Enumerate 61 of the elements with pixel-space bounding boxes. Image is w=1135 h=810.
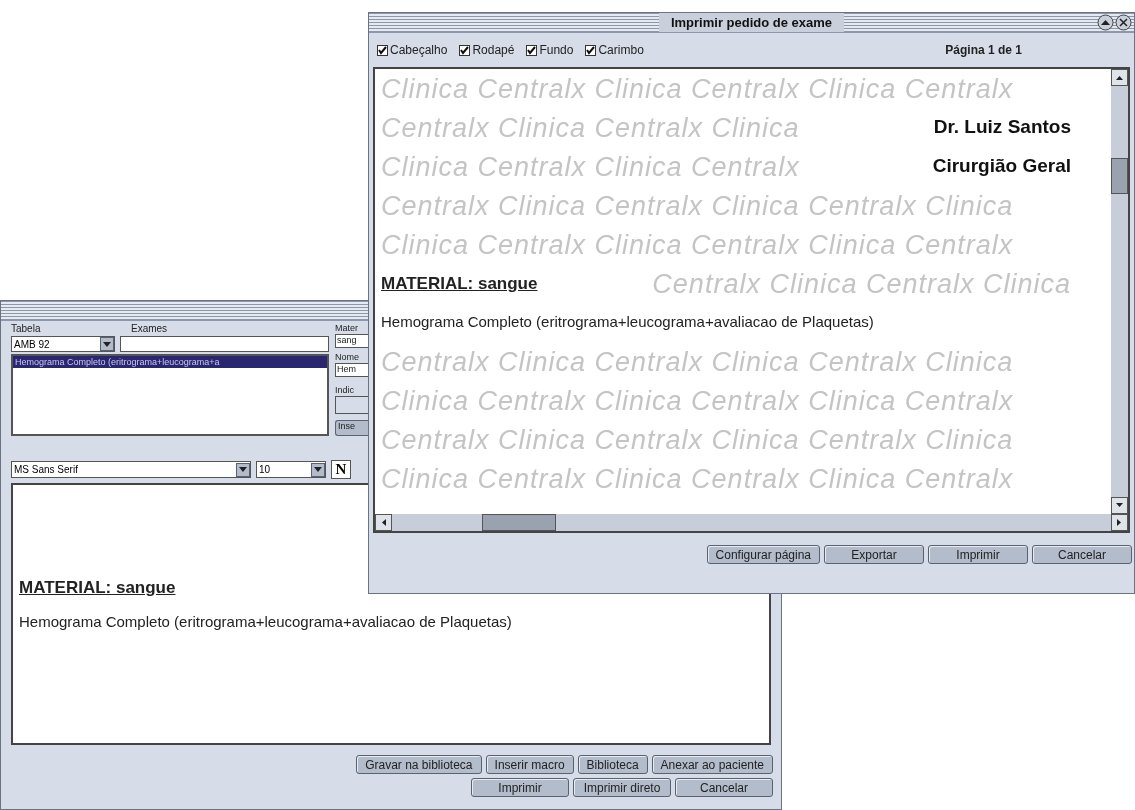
table-select[interactable]: AMB 92 <box>11 336 115 352</box>
button[interactable]: Gravar na biblioteca <box>356 755 482 774</box>
material-heading: MATERIAL: sangue <box>19 577 176 599</box>
page-indicator: Página 1 de 1 <box>945 42 1022 59</box>
button[interactable]: Inserir macro <box>485 755 574 774</box>
button[interactable]: Imprimir direto <box>573 778 671 797</box>
doctor-signature: Dr. Luiz Santos <box>933 115 1071 140</box>
field-label: Mater <box>335 323 359 334</box>
button[interactable]: Cancelar <box>1032 545 1132 564</box>
close-icon[interactable] <box>1115 14 1132 31</box>
checkbox[interactable] <box>459 44 471 56</box>
doctor-signature: Cirurgião Geral <box>932 154 1071 179</box>
watermark-text: Centralx Clinica Centralx Clinica <box>381 111 800 144</box>
field-label: Exames <box>131 323 168 335</box>
button[interactable]: Cancelar <box>675 778 773 797</box>
button[interactable]: Exportar <box>824 545 924 564</box>
horizontal-scrollbar[interactable] <box>375 514 1128 531</box>
checkbox[interactable] <box>585 44 597 56</box>
button[interactable]: Biblioteca <box>577 755 648 774</box>
material-heading: MATERIAL: sangue <box>381 272 538 295</box>
scroll-thumb[interactable] <box>1111 158 1128 194</box>
indication-field[interactable] <box>335 396 369 414</box>
button[interactable]: Imprimir <box>928 545 1028 564</box>
option-label: Carimbo <box>598 42 644 59</box>
field-label: Nome <box>335 352 360 363</box>
option-label: Fundo <box>539 42 574 59</box>
exam-description: Hemograma Completo (eritrograma+leucograma+avaliacao de Plaquetas) <box>19 611 512 632</box>
field-label: Indic <box>335 385 355 396</box>
exams-field[interactable] <box>120 336 329 352</box>
watermark-text: Centralx Clinica Centralx Clinica Centralx Clinica <box>381 189 1014 222</box>
window-title: Imprimir pedido de exame <box>658 12 845 33</box>
scroll-left-icon[interactable] <box>375 514 392 531</box>
checkbox[interactable] <box>377 44 388 56</box>
insert-button[interactable]: Inse <box>335 420 369 436</box>
font-family-select[interactable]: MS Sans Serif <box>11 461 251 478</box>
exam-description: Hemograma Completo (eritrograma+leucograma+avaliacao de Plaquetas) <box>381 312 874 333</box>
watermark-text: Centralx Clinica Centralx Clinica <box>652 268 1071 299</box>
bold-button[interactable]: N <box>331 460 351 479</box>
watermark-text: Clinica Centralx Clinica Centralx Clinica Centralx <box>381 228 1014 261</box>
watermark-text: Clinica Centralx Clinica Centralx <box>381 150 800 183</box>
checkbox[interactable] <box>526 44 538 56</box>
option-label: Cabeçalho <box>390 42 448 59</box>
option-label: Rodapé <box>472 42 515 59</box>
collapse-icon[interactable] <box>1097 14 1114 31</box>
scroll-right-icon[interactable] <box>1111 514 1128 531</box>
list-item[interactable]: Hemograma Completo (eritrograma+leucograma+a <box>13 356 327 368</box>
button[interactable]: Imprimir <box>471 778 569 797</box>
watermark-text: Centralx Clinica Centralx Clinica Centralx Clinica <box>381 345 1014 378</box>
name-field[interactable]: Hem <box>335 363 369 377</box>
field-label: Tabela <box>11 323 42 335</box>
scroll-up-icon[interactable] <box>1111 69 1128 86</box>
material-field[interactable]: sang <box>335 334 369 348</box>
scroll-down-icon[interactable] <box>1111 497 1128 514</box>
button[interactable]: Configurar página <box>706 545 820 564</box>
watermark-text: Clinica Centralx Clinica Centralx Clinica Centralx <box>381 384 1014 417</box>
scroll-thumb[interactable] <box>482 514 556 531</box>
button[interactable]: Anexar ao paciente <box>651 755 773 774</box>
watermark-text: Clinica Centralx Clinica Centralx Clinica Centralx <box>381 72 1014 105</box>
vertical-scrollbar[interactable] <box>1111 69 1128 514</box>
watermark-text: Centralx Clinica Centralx Clinica Centralx Clinica <box>381 423 1014 456</box>
font-size-select[interactable]: 10 <box>256 461 326 478</box>
